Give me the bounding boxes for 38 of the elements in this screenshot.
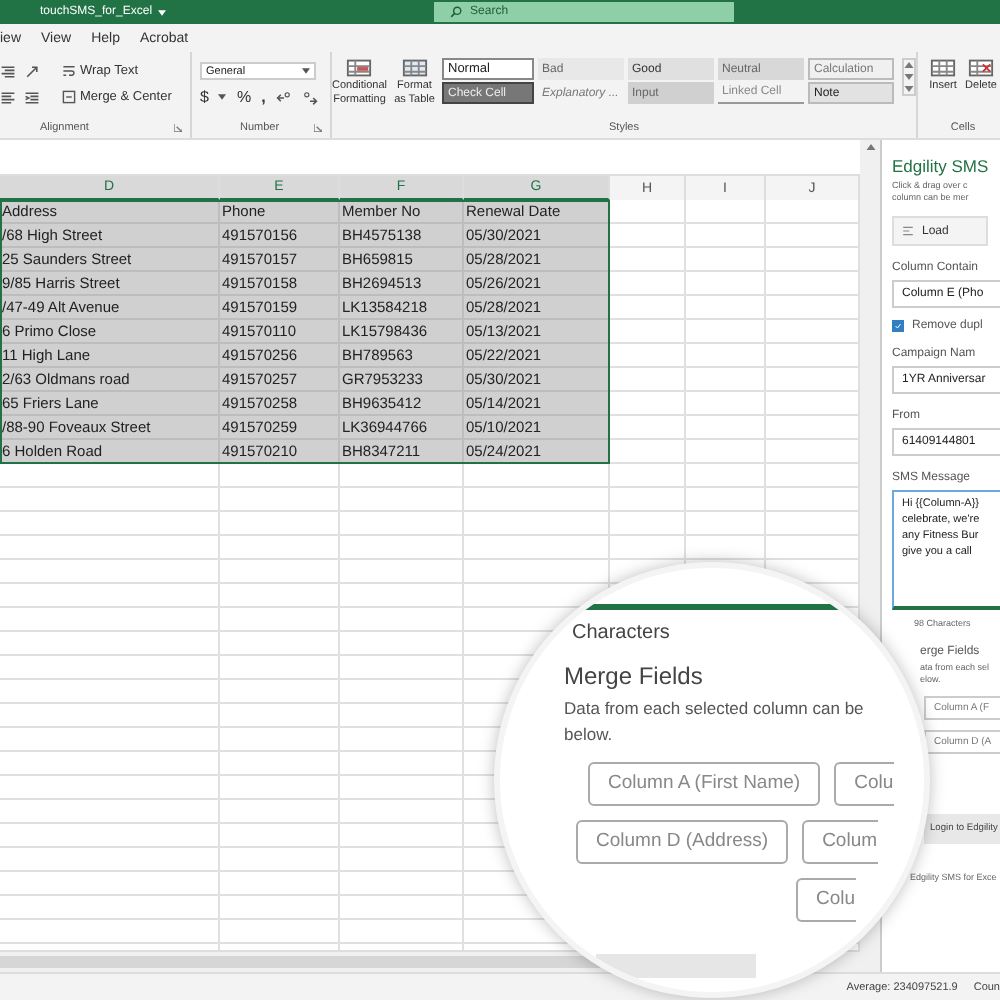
caret-icon[interactable] [218, 94, 227, 100]
dialog-launcher-icon[interactable] [174, 124, 182, 132]
section-title: Merge Fields [564, 662, 703, 690]
increase-decimal-icon[interactable] [275, 89, 292, 105]
more-arrow-icon[interactable] [904, 86, 914, 92]
indent-icon[interactable] [24, 89, 40, 105]
table-icon [401, 58, 428, 78]
table-icon [346, 58, 373, 78]
wrap-text-icon [62, 64, 76, 78]
up-arrow-icon[interactable] [865, 144, 875, 150]
merge-field-button[interactable]: Column D (Address) [576, 819, 789, 863]
caret-icon [302, 68, 310, 74]
up-arrow-icon[interactable] [904, 62, 914, 68]
orientation-icon[interactable] [24, 63, 40, 79]
checkmark-icon [894, 322, 902, 331]
align-left-icon[interactable] [0, 89, 16, 105]
currency-button[interactable]: $ [200, 88, 209, 106]
merge-fields-text: Data from each selected column can be below. [564, 696, 864, 747]
merge-field-button[interactable]: Colu [834, 761, 894, 805]
dialog-launcher-icon[interactable] [314, 124, 322, 132]
merge-field-button[interactable]: Colum [802, 819, 878, 863]
percent-button[interactable]: % [236, 88, 252, 106]
checkbox[interactable] [892, 320, 904, 333]
gallery-scrollbar[interactable] [902, 58, 916, 96]
decrease-decimal-icon[interactable] [301, 89, 318, 105]
align-right-icon[interactable] [0, 63, 16, 79]
comma-button[interactable]: , [261, 88, 266, 106]
list-icon [902, 226, 914, 237]
search-icon [450, 6, 463, 18]
merge-cells-icon [62, 90, 76, 104]
character-count: Characters [572, 622, 670, 644]
caret-icon[interactable] [158, 9, 167, 15]
delete-table-icon [968, 58, 994, 78]
merge-field-button[interactable]: Column A (First Name) [588, 761, 821, 805]
down-arrow-icon[interactable] [904, 74, 914, 80]
merge-field-button[interactable]: Colu [796, 877, 856, 921]
pane-title: Edgility SMS [892, 156, 989, 176]
table-icon [930, 58, 956, 78]
